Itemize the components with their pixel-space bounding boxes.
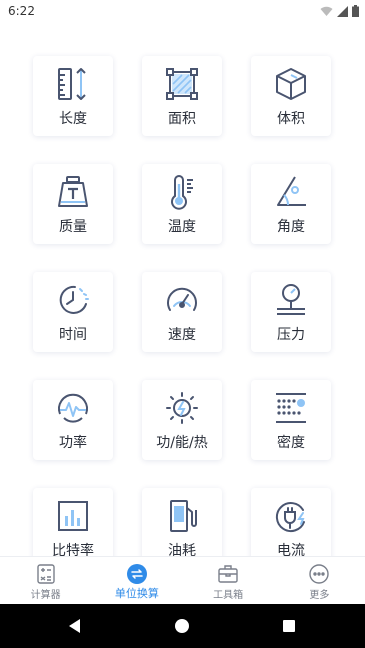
cube-icon [273,66,309,102]
card-speed[interactable]: 速度 [142,272,222,352]
card-label: 功率 [59,435,87,451]
ruler-icon [55,66,91,102]
card-label: 压力 [277,327,305,343]
system-navigation-bar [0,604,365,648]
card-label: 比特率 [52,543,94,556]
status-icons [320,5,359,17]
clock-icon [55,282,91,318]
bottom-tab-bar: 计算器 单位换算 工具箱 更多 [0,556,365,604]
home-icon[interactable] [172,616,192,636]
more-icon [308,563,330,585]
card-bitrate[interactable]: 比特率 [33,488,113,556]
area-square-icon [164,66,200,102]
tab-calculator[interactable]: 计算器 [0,557,91,604]
recents-icon[interactable] [279,616,299,636]
status-time: 6:22 [8,4,35,18]
tab-label: 更多 [309,590,330,601]
plug-icon [273,498,309,534]
unit-convert-icon [126,563,148,585]
card-label: 体积 [277,111,305,127]
bitrate-chart-icon [55,498,91,534]
energy-sun-icon [164,390,200,426]
signal-icon [337,5,348,17]
density-dots-icon [273,390,309,426]
unit-category-grid: 长度 面积 体积 质量 温度 角度 时间 速度 压力 功率 功/能/热 密度 比… [0,24,365,556]
card-area[interactable]: 面积 [142,56,222,136]
angle-icon [273,174,309,210]
status-bar: 6:22 [0,0,365,24]
calculator-icon [35,563,57,585]
card-length[interactable]: 长度 [33,56,113,136]
card-temperature[interactable]: 温度 [142,164,222,244]
card-fuel[interactable]: 油耗 [142,488,222,556]
card-mass[interactable]: 质量 [33,164,113,244]
battery-icon [352,5,359,17]
card-angle[interactable]: 角度 [251,164,331,244]
card-label: 电流 [277,543,305,556]
wifi-icon [320,6,333,17]
fuel-pump-icon [164,498,200,534]
card-power[interactable]: 功率 [33,380,113,460]
card-current[interactable]: 电流 [251,488,331,556]
pressure-gauge-icon [273,282,309,318]
tab-label: 工具箱 [213,590,244,601]
card-label: 角度 [277,219,305,235]
back-icon[interactable] [65,616,85,636]
weight-icon [55,174,91,210]
tab-more[interactable]: 更多 [274,557,365,604]
card-density[interactable]: 密度 [251,380,331,460]
card-volume[interactable]: 体积 [251,56,331,136]
card-pressure[interactable]: 压力 [251,272,331,352]
tab-label: 单位换算 [114,587,159,600]
card-label: 温度 [168,219,196,235]
card-label: 油耗 [168,543,196,556]
power-meter-icon [55,390,91,426]
card-label: 功/能/热 [156,435,208,451]
tab-toolbox[interactable]: 工具箱 [183,557,274,604]
card-label: 密度 [277,435,305,451]
card-label: 速度 [168,327,196,343]
tab-label: 计算器 [30,590,61,601]
tab-unit-conversion[interactable]: 单位换算 [91,557,182,604]
card-energy[interactable]: 功/能/热 [142,380,222,460]
toolbox-icon [217,563,239,585]
card-time[interactable]: 时间 [33,272,113,352]
card-label: 长度 [59,111,87,127]
card-label: 面积 [168,111,196,127]
card-label: 时间 [59,327,87,343]
thermometer-icon [164,174,200,210]
speedometer-icon [164,282,200,318]
card-label: 质量 [59,219,87,235]
